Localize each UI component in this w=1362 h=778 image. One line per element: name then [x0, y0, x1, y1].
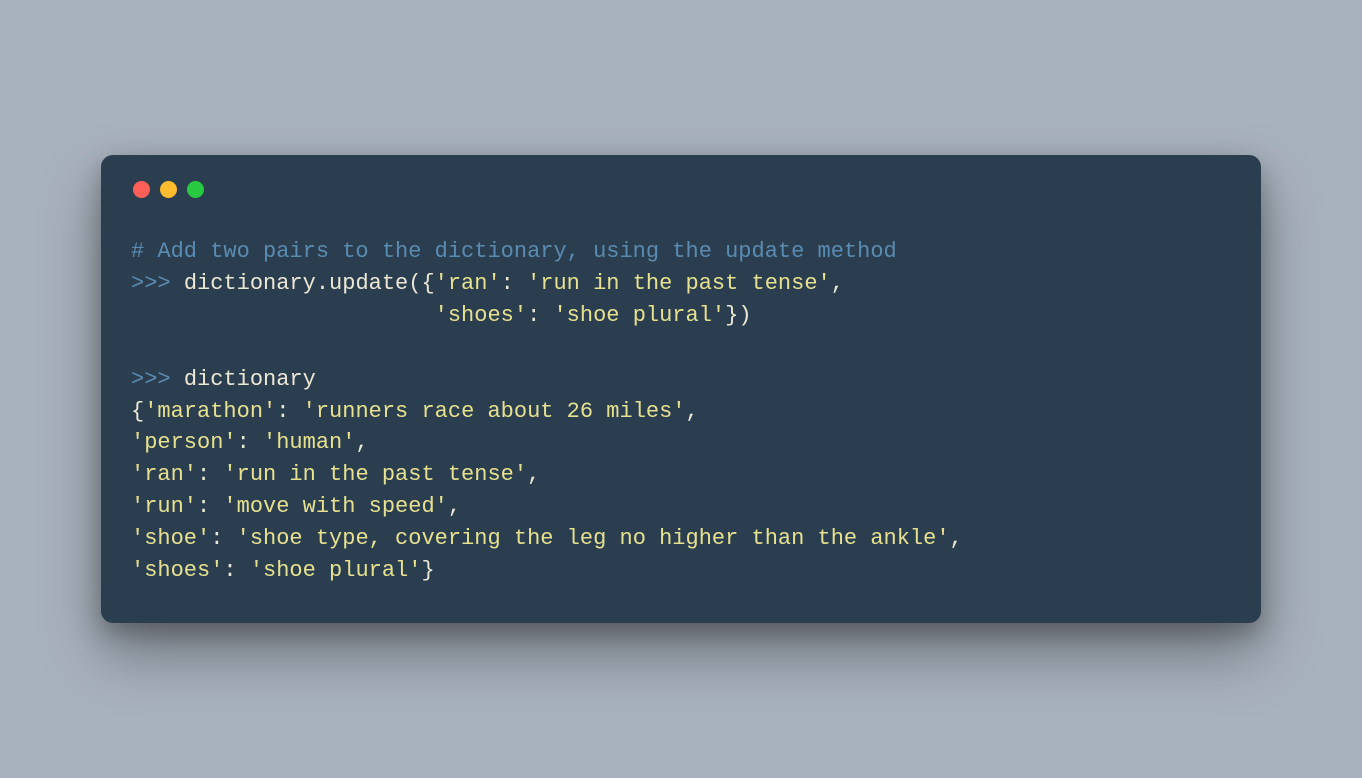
code-string: 'human' [263, 430, 355, 455]
code-string: 'shoe plural' [553, 303, 725, 328]
code-text: : [197, 494, 223, 519]
code-text: : [237, 430, 263, 455]
code-text: , [831, 271, 844, 296]
repl-prompt: >>> [131, 271, 184, 296]
repl-prompt: >>> [131, 367, 184, 392]
code-string: 'run' [131, 494, 197, 519]
close-icon[interactable] [133, 181, 150, 198]
code-block: # Add two pairs to the dictionary, using… [131, 236, 1231, 587]
code-text [131, 303, 435, 328]
code-text: , [355, 430, 368, 455]
code-text: , [527, 462, 540, 487]
code-text: : [210, 526, 236, 551]
code-string: 'run in the past tense' [223, 462, 527, 487]
code-text: } [421, 558, 434, 583]
code-text: : [223, 558, 249, 583]
code-string: 'shoe type, covering the leg no higher t… [237, 526, 950, 551]
code-string: 'run in the past tense' [527, 271, 831, 296]
code-text: : [276, 399, 302, 424]
code-string: 'ran' [435, 271, 501, 296]
code-string: 'shoe plural' [250, 558, 422, 583]
code-text: : [501, 271, 527, 296]
window-titlebar [131, 181, 1231, 198]
code-string: 'shoes' [435, 303, 527, 328]
code-text: dictionary.update({ [184, 271, 435, 296]
code-text: : [527, 303, 553, 328]
code-text: dictionary [184, 367, 316, 392]
code-string: 'person' [131, 430, 237, 455]
code-string: 'shoe' [131, 526, 210, 551]
code-string: 'runners race about 26 miles' [303, 399, 686, 424]
code-text: : [197, 462, 223, 487]
code-text: , [950, 526, 963, 551]
maximize-icon[interactable] [187, 181, 204, 198]
code-text: , [686, 399, 699, 424]
code-string: 'shoes' [131, 558, 223, 583]
terminal-window: # Add two pairs to the dictionary, using… [101, 155, 1261, 623]
code-text: , [448, 494, 461, 519]
code-string: 'marathon' [144, 399, 276, 424]
code-string: 'move with speed' [223, 494, 447, 519]
code-comment: # Add two pairs to the dictionary, using… [131, 239, 897, 264]
minimize-icon[interactable] [160, 181, 177, 198]
code-text: { [131, 399, 144, 424]
code-text: }) [725, 303, 751, 328]
code-string: 'ran' [131, 462, 197, 487]
